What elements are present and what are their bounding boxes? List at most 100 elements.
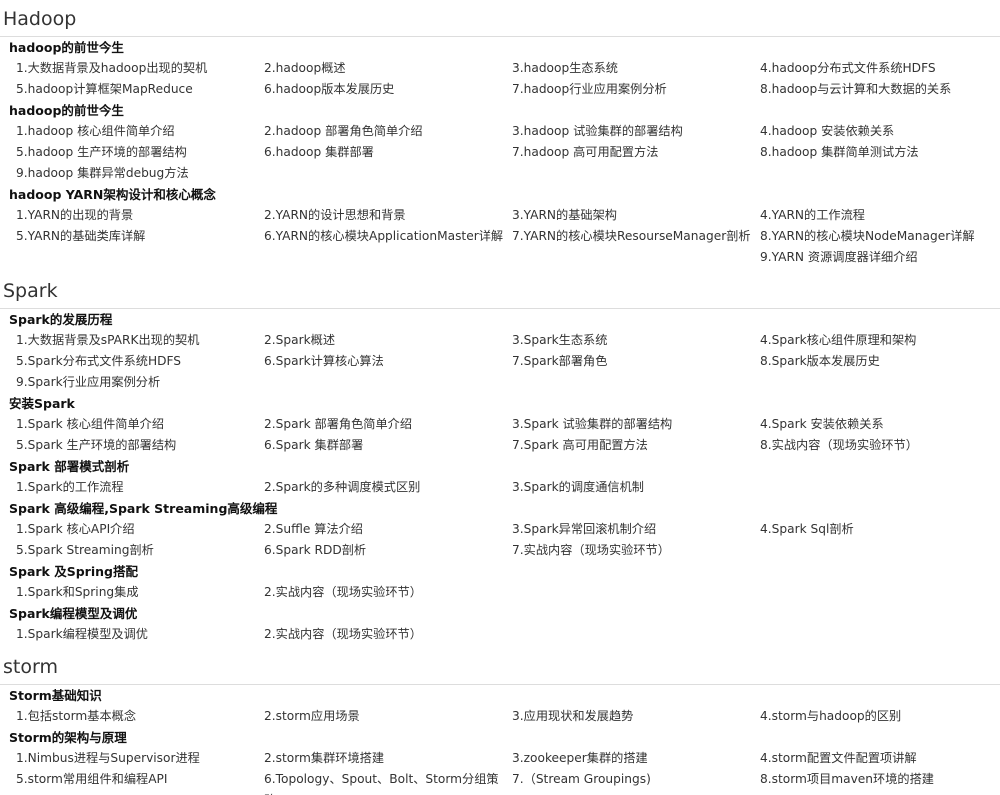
lesson-item[interactable]: 7.实战内容（现场实验环节） xyxy=(512,540,760,561)
lesson-item[interactable]: 2.YARN的设计思想和背景 xyxy=(264,205,512,226)
lesson-item[interactable]: 5.hadoop 生产环境的部署结构 xyxy=(16,142,264,163)
module-title: Spark的发展历程 xyxy=(9,312,113,327)
lesson-list: 1.大数据背景及sPARK出现的契机 2.Spark概述 3.Spark生态系统 4.… xyxy=(0,330,1000,393)
lesson-item[interactable]: 6.Topology、Spout、Bolt、Storm分组策略 xyxy=(264,769,512,795)
course-section-hadoop: Hadoop hadoop的前世今生 1.大数据背景及hadoop出现的契机 2.ha… xyxy=(0,2,1000,268)
module-title: Storm的架构与原理 xyxy=(9,730,127,745)
lesson-spacer xyxy=(16,247,264,268)
lesson-item[interactable]: 4.Spark 安装依赖关系 xyxy=(760,414,1000,435)
lesson-list: 1.Spark 核心组件简单介绍 2.Spark 部署角色简单介绍 3.Spark … xyxy=(0,414,1000,456)
lesson-item[interactable]: 8.实战内容（现场实验环节） xyxy=(760,435,1000,456)
lesson-item[interactable]: 7.YARN的核心模块ResourseManager剖析 xyxy=(512,226,760,247)
lesson-item[interactable]: 2.storm集群环境搭建 xyxy=(264,748,512,769)
lesson-item[interactable]: 6.hadoop版本发展历史 xyxy=(264,79,512,100)
lesson-item[interactable]: 9.hadoop 集群异常debug方法 xyxy=(16,163,264,184)
lesson-list: 1.Spark 核心API介绍 2.Suffle 算法介绍 3.Spark异常回滚机… xyxy=(0,519,1000,561)
module-title: hadoop的前世今生 xyxy=(9,103,124,118)
lesson-item[interactable]: 3.应用现状和发展趋势 xyxy=(512,706,760,727)
lesson-item[interactable]: 1.Nimbus进程与Supervisor进程 xyxy=(16,748,264,769)
lesson-item[interactable]: 4.YARN的工作流程 xyxy=(760,205,1000,226)
lesson-list: 1.YARN的出现的背景 2.YARN的设计思想和背景 3.YARN的基础架构 4.Y… xyxy=(0,205,1000,268)
lesson-list: 1.大数据背景及hadoop出现的契机 2.hadoop概述 3.hadoop生态系… xyxy=(0,58,1000,100)
lesson-item[interactable]: 6.Spark计算核心算法 xyxy=(264,351,512,372)
lesson-item[interactable]: 5.Spark 生产环境的部署结构 xyxy=(16,435,264,456)
lesson-item[interactable]: 1.大数据背景及sPARK出现的契机 xyxy=(16,330,264,351)
lesson-list: 1.Nimbus进程与Supervisor进程 2.storm集群环境搭建 3.zo… xyxy=(0,748,1000,795)
lesson-item[interactable]: 7.Spark 高可用配置方法 xyxy=(512,435,760,456)
lesson-item[interactable]: 8.YARN的核心模块NodeManager详解 xyxy=(760,226,1000,247)
lesson-item[interactable]: 8.hadoop 集群简单测试方法 xyxy=(760,142,1000,163)
lesson-item[interactable]: 3.zookeeper集群的搭建 xyxy=(512,748,760,769)
lesson-list: 1.Spark和Spring集成 2.实战内容（现场实验环节） xyxy=(0,582,1000,603)
lesson-item[interactable]: 1.大数据背景及hadoop出现的契机 xyxy=(16,58,264,79)
lesson-item[interactable]: 1.Spark和Spring集成 xyxy=(16,582,264,603)
lesson-item[interactable]: 1.包括storm基本概念 xyxy=(16,706,264,727)
lesson-item[interactable]: 3.Spark 试验集群的部署结构 xyxy=(512,414,760,435)
lesson-item[interactable]: 3.Spark异常回滚机制介绍 xyxy=(512,519,760,540)
lesson-item[interactable]: 2.storm应用场景 xyxy=(264,706,512,727)
lesson-item[interactable]: 6.Spark 集群部署 xyxy=(264,435,512,456)
lesson-item[interactable]: 7.hadoop 高可用配置方法 xyxy=(512,142,760,163)
lesson-item[interactable]: 4.storm与hadoop的区别 xyxy=(760,706,1000,727)
lesson-item[interactable]: 4.hadoop分布式文件系统HDFS xyxy=(760,58,1000,79)
lesson-list: 1.Spark的工作流程 2.Spark的多种调度模式区别 3.Spark的调度通信… xyxy=(0,477,1000,498)
module-title: Spark编程模型及调优 xyxy=(9,606,138,621)
course-title: storm xyxy=(0,650,1000,685)
lesson-item[interactable]: 2.hadoop 部署角色简单介绍 xyxy=(264,121,512,142)
lesson-item[interactable]: 1.Spark 核心API介绍 xyxy=(16,519,264,540)
lesson-item[interactable]: 6.YARN的核心模块ApplicationMaster详解 xyxy=(264,226,512,247)
lesson-item[interactable]: 3.Spark的调度通信机制 xyxy=(512,477,760,498)
lesson-item[interactable]: 2.Spark概述 xyxy=(264,330,512,351)
lesson-item[interactable]: 9.Spark行业应用案例分析 xyxy=(16,372,264,393)
lesson-item[interactable]: 5.Spark Streaming剖析 xyxy=(16,540,264,561)
course-section-storm: storm Storm基础知识 1.包括storm基本概念 2.storm应用场景 3.… xyxy=(0,650,1000,795)
lesson-item[interactable]: 6.Spark RDD剖析 xyxy=(264,540,512,561)
module-title: Spark 部署模式剖析 xyxy=(9,459,130,474)
course-title: Spark xyxy=(0,274,1000,309)
lesson-item[interactable]: 5.YARN的基础类库详解 xyxy=(16,226,264,247)
lesson-item[interactable]: 1.hadoop 核心组件简单介绍 xyxy=(16,121,264,142)
lesson-item[interactable]: 7.（Stream Groupings) xyxy=(512,769,760,795)
lesson-item[interactable]: 3.Spark生态系统 xyxy=(512,330,760,351)
lesson-item[interactable]: 8.storm项目maven环境的搭建 xyxy=(760,769,1000,795)
lesson-item[interactable]: 2.实战内容（现场实验环节） xyxy=(264,624,512,645)
lesson-item[interactable]: 7.Spark部署角色 xyxy=(512,351,760,372)
lesson-spacer xyxy=(264,247,512,268)
lesson-item[interactable]: 4.Spark Sql剖析 xyxy=(760,519,1000,540)
module-title: Storm基础知识 xyxy=(9,688,102,703)
lesson-item[interactable]: 2.Spark的多种调度模式区别 xyxy=(264,477,512,498)
course-title: Hadoop xyxy=(0,2,1000,37)
lesson-list: 1.Spark编程模型及调优 2.实战内容（现场实验环节） xyxy=(0,624,1000,645)
course-outline-page: Hadoop hadoop的前世今生 1.大数据背景及hadoop出现的契机 2.ha… xyxy=(0,0,1000,795)
lesson-item[interactable]: 1.Spark的工作流程 xyxy=(16,477,264,498)
module-title: Spark 及Spring搭配 xyxy=(9,564,138,579)
lesson-item[interactable]: 1.YARN的出现的背景 xyxy=(16,205,264,226)
lesson-list: 1.hadoop 核心组件简单介绍 2.hadoop 部署角色简单介绍 3.hado… xyxy=(0,121,1000,184)
lesson-item[interactable]: 3.YARN的基础架构 xyxy=(512,205,760,226)
lesson-item[interactable]: 8.hadoop与云计算和大数据的关系 xyxy=(760,79,1000,100)
lesson-item[interactable]: 2.Spark 部署角色简单介绍 xyxy=(264,414,512,435)
lesson-item[interactable]: 4.hadoop 安装依赖关系 xyxy=(760,121,1000,142)
lesson-item[interactable]: 3.hadoop生态系统 xyxy=(512,58,760,79)
lesson-item[interactable]: 2.hadoop概述 xyxy=(264,58,512,79)
lesson-item[interactable]: 4.Spark核心组件原理和架构 xyxy=(760,330,1000,351)
lesson-item[interactable]: 5.hadoop计算框架MapReduce xyxy=(16,79,264,100)
lesson-item[interactable]: 5.Spark分布式文件系统HDFS xyxy=(16,351,264,372)
lesson-item[interactable]: 6.hadoop 集群部署 xyxy=(264,142,512,163)
lesson-item[interactable]: 2.Suffle 算法介绍 xyxy=(264,519,512,540)
lesson-item[interactable]: 1.Spark 核心组件简单介绍 xyxy=(16,414,264,435)
lesson-spacer xyxy=(512,247,760,268)
module-title: hadoop YARN架构设计和核心概念 xyxy=(9,187,216,202)
lesson-item[interactable]: 8.Spark版本发展历史 xyxy=(760,351,1000,372)
lesson-item[interactable]: 5.storm常用组件和编程API xyxy=(16,769,264,795)
lesson-item[interactable]: 9.YARN 资源调度器详细介绍 xyxy=(760,247,1000,268)
lesson-item[interactable]: 4.storm配置文件配置项讲解 xyxy=(760,748,1000,769)
lesson-item[interactable]: 3.hadoop 试验集群的部署结构 xyxy=(512,121,760,142)
course-section-spark: Spark Spark的发展历程 1.大数据背景及sPARK出现的契机 2.Spark… xyxy=(0,274,1000,645)
module-title: Spark 高级编程,Spark Streaming高级编程 xyxy=(9,501,278,516)
lesson-item[interactable]: 1.Spark编程模型及调优 xyxy=(16,624,264,645)
lesson-item[interactable]: 2.实战内容（现场实验环节） xyxy=(264,582,512,603)
lesson-item[interactable]: 7.hadoop行业应用案例分析 xyxy=(512,79,760,100)
module-title: hadoop的前世今生 xyxy=(9,40,124,55)
module-title: 安装Spark xyxy=(9,396,75,411)
